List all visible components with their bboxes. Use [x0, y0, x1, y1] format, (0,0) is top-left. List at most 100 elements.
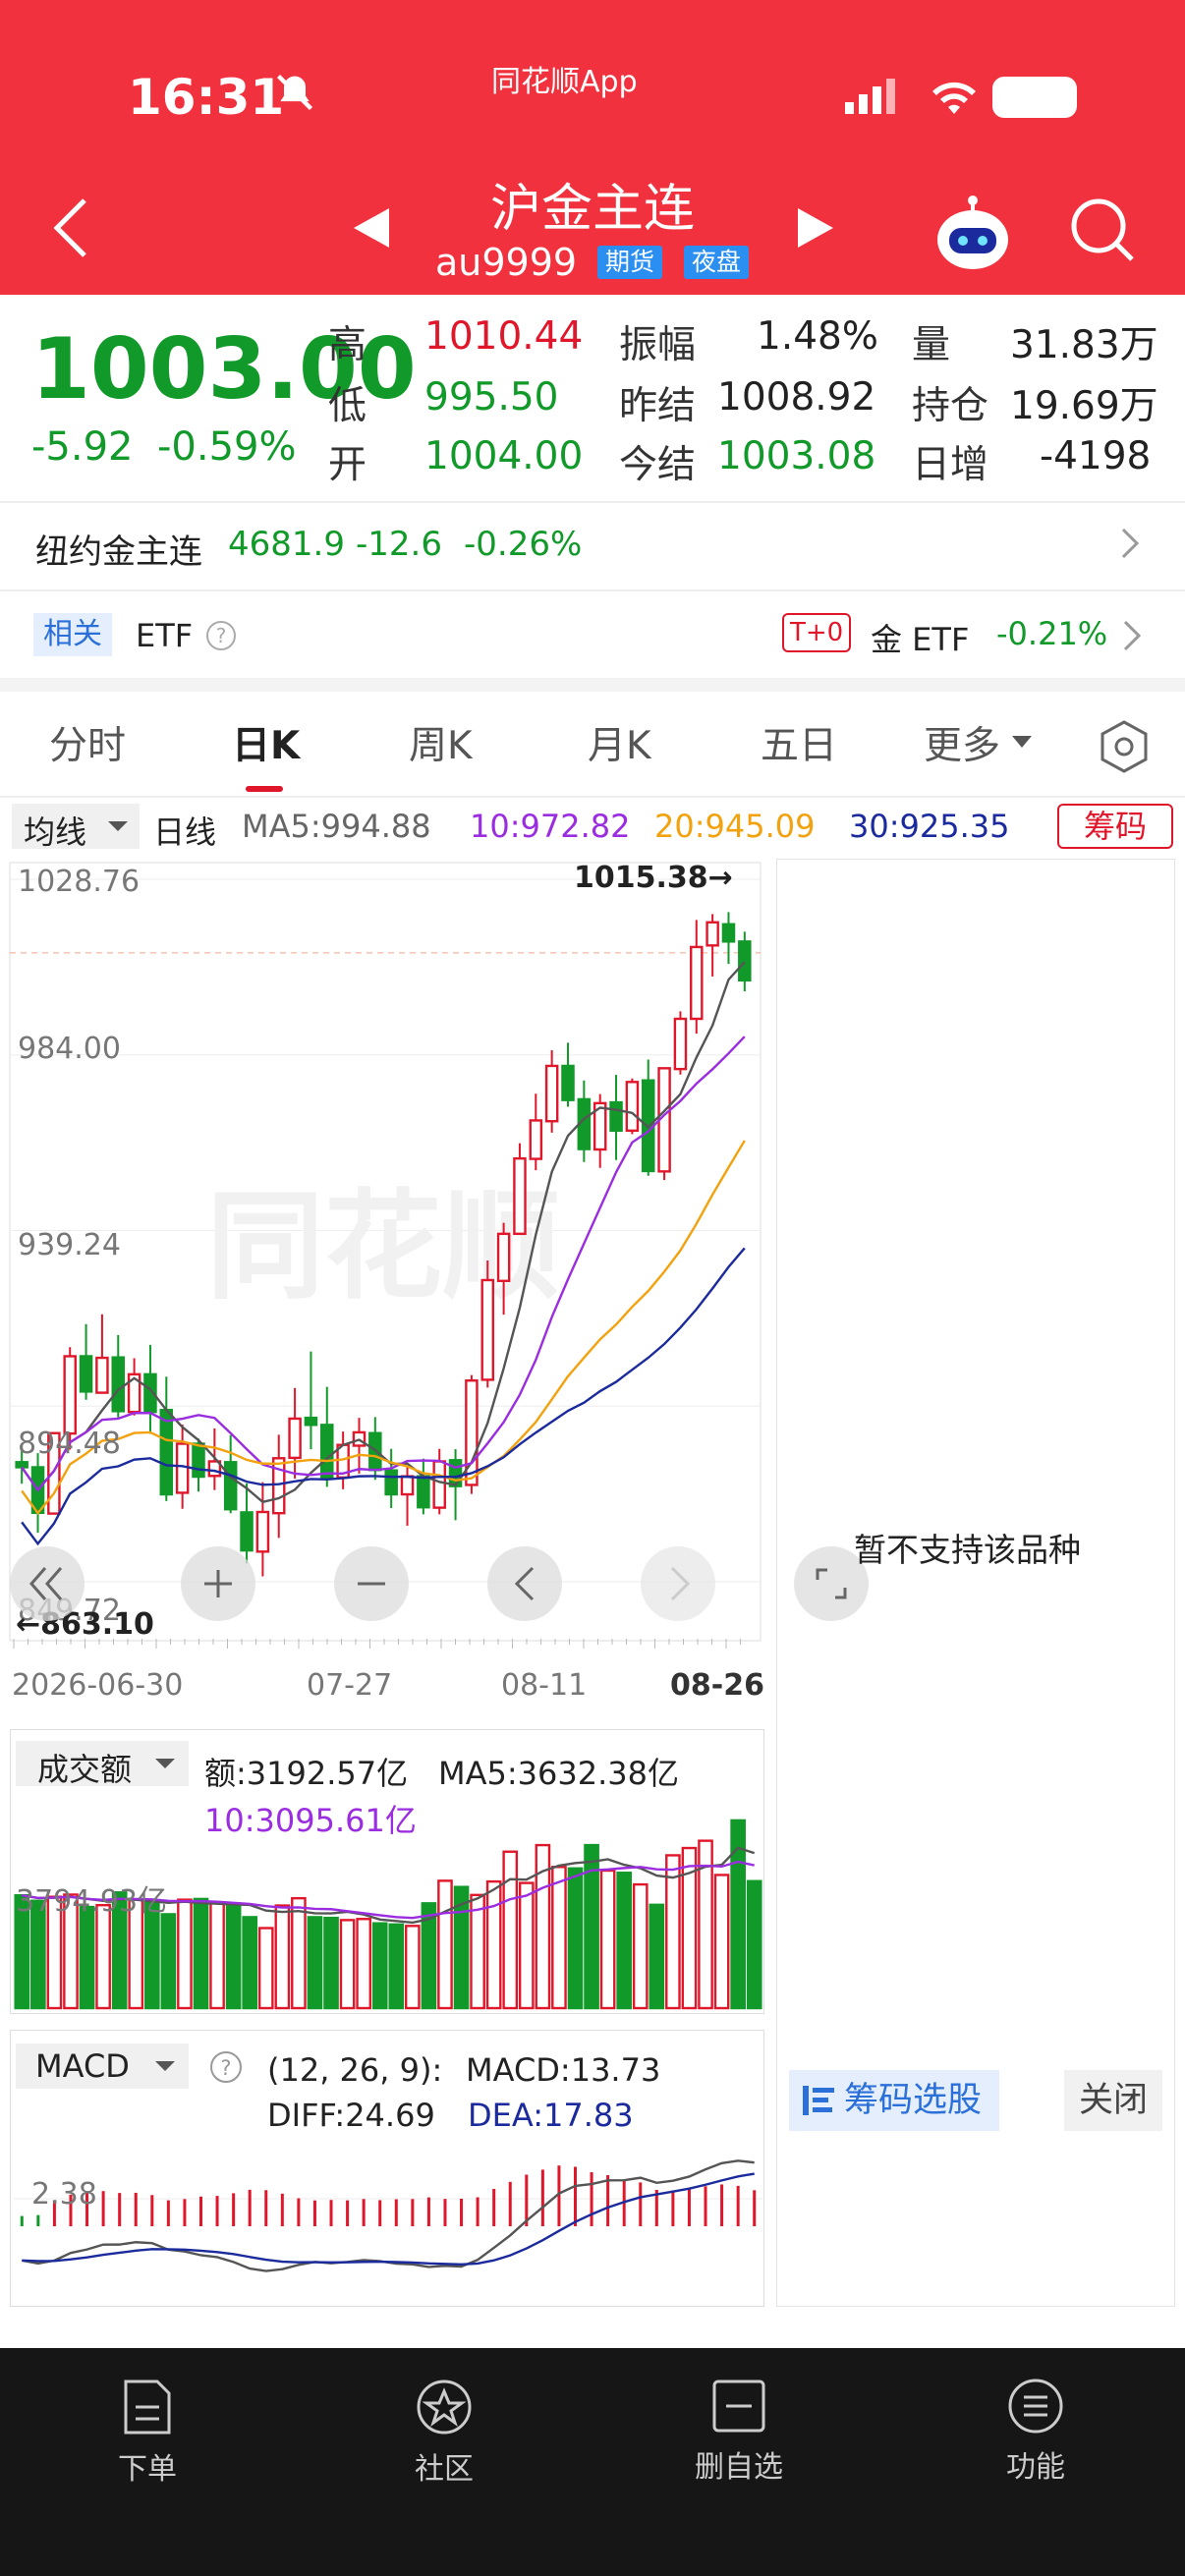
candle — [271, 1434, 286, 1539]
candle — [625, 1078, 640, 1135]
change-value: -5.92 — [31, 424, 134, 470]
nav-order[interactable]: 下单 — [69, 2378, 226, 2488]
candle — [304, 1351, 318, 1450]
contract-code: au9999 — [435, 241, 578, 284]
candle — [721, 912, 736, 965]
chip-button[interactable]: 筹码 — [1057, 804, 1173, 849]
svg-text:?: ? — [216, 624, 227, 647]
today-settle-value: 1003.08 — [717, 434, 876, 478]
nav-community[interactable]: 社区 — [366, 2378, 523, 2488]
tab-more[interactable]: 更多 — [924, 715, 1000, 770]
volume-bar — [95, 1903, 111, 2010]
open-value: 1004.00 — [424, 434, 584, 478]
candle — [111, 1334, 126, 1418]
candle — [288, 1387, 302, 1480]
candle — [529, 1093, 543, 1171]
candle — [79, 1323, 93, 1400]
nav-order-label: 下单 — [118, 2452, 177, 2487]
related-etf-label[interactable]: ETF — [136, 617, 193, 654]
rewind-control[interactable] — [10, 1546, 85, 1621]
t0-badge: T+0 — [782, 613, 852, 652]
tab-five-day[interactable]: 五日 — [761, 715, 837, 770]
candle — [609, 1075, 623, 1160]
candle — [95, 1314, 109, 1394]
chevron-left-icon — [514, 1566, 535, 1601]
tab-daily-k[interactable]: 日K — [232, 715, 300, 770]
volume-bar — [177, 1898, 193, 2010]
bell-mute-icon — [273, 71, 316, 118]
volume-bar — [616, 1872, 633, 2010]
section-gap — [0, 678, 1185, 692]
signal-icon — [845, 79, 900, 118]
date-label-1: 2026-06-30 — [12, 1668, 184, 1703]
amplitude-value: 1.48% — [757, 314, 878, 359]
community-star-icon — [417, 2380, 472, 2435]
settings-hex-icon[interactable] — [1097, 719, 1152, 778]
volume-bar — [307, 1916, 323, 2010]
scroll-left-control[interactable] — [487, 1546, 562, 1621]
battery-indicator: 80 — [992, 77, 1077, 118]
volume-bar — [257, 1927, 274, 2010]
ny-gold-change: -12.6 — [356, 525, 442, 564]
volume-bar — [356, 1918, 371, 2010]
candle — [673, 1011, 688, 1075]
minus-icon — [358, 1582, 385, 1586]
price-axis-top: 1028.76 — [18, 865, 141, 899]
robot-assistant-icon[interactable] — [933, 195, 1012, 277]
gold-etf-label[interactable]: 金 ETF — [871, 615, 969, 660]
chip-select-button[interactable]: 筹码选股 — [789, 2070, 999, 2131]
menu-circle-icon — [1008, 2379, 1063, 2434]
candle — [352, 1418, 367, 1474]
help-icon[interactable]: ? — [204, 619, 238, 656]
related-row: 相关 ETF ? T+0 金 ETF -0.21% — [0, 591, 1185, 678]
volume-bar — [79, 1905, 95, 2010]
zoom-out-control[interactable] — [334, 1546, 409, 1621]
nav-remove-watchlist[interactable]: 删自选 — [660, 2378, 818, 2486]
today-settle-label: 今结 — [619, 443, 697, 487]
high-label: 高 — [328, 323, 367, 367]
scroll-right-control[interactable] — [641, 1546, 715, 1621]
volume-bar — [437, 1879, 453, 2010]
volume-bar — [518, 1881, 535, 2010]
candle — [417, 1458, 430, 1515]
volume-chart — [14, 1819, 762, 2010]
volume-bar — [632, 1882, 649, 2010]
candle — [320, 1386, 334, 1487]
dea-line — [22, 2172, 755, 2267]
volume-bar — [323, 1916, 339, 2010]
tab-intraday[interactable]: 分时 — [49, 715, 126, 770]
ma-selector-label: 均线 — [24, 813, 87, 851]
diff-line — [22, 2159, 755, 2272]
header: 16:31 同花顺App 80 沪金主连 au9999 期货 夜盘 — [0, 0, 1185, 295]
volume-bar — [371, 1922, 388, 2010]
candle — [400, 1466, 415, 1526]
volume-bar — [502, 1850, 519, 2010]
nav-functions[interactable]: 功能 — [957, 2378, 1114, 2486]
ma-selector[interactable]: 均线 — [12, 804, 140, 851]
candle — [30, 1453, 45, 1534]
volume-bar — [193, 1897, 209, 2010]
price-axis-4: 894.48 — [18, 1427, 121, 1461]
open-interest-label: 持仓 — [912, 384, 989, 428]
price-axis-3: 939.24 — [18, 1228, 121, 1262]
search-icon[interactable] — [1069, 196, 1136, 267]
close-panel-button[interactable]: 关闭 — [1064, 2070, 1162, 2131]
status-time: 16:31 — [128, 69, 285, 126]
change-percent: -0.59% — [157, 424, 297, 470]
candle — [705, 914, 719, 977]
chevron-right-icon — [670, 1566, 691, 1601]
volume-value: 31.83万 — [1010, 323, 1158, 367]
candle — [690, 920, 704, 1035]
tab-weekly-k[interactable]: 周K — [409, 715, 473, 770]
ny-gold-price: 4681.9 — [228, 525, 345, 564]
candle — [561, 1042, 575, 1107]
unsupported-message: 暂不支持该品种 — [854, 1531, 1081, 1569]
volume-bar — [339, 1919, 356, 2010]
tab-monthly-k[interactable]: 月K — [588, 715, 651, 770]
related-badge: 相关 — [33, 613, 112, 656]
nav-remove-watchlist-label: 删自选 — [695, 2450, 783, 2485]
ny-gold-row[interactable]: 纽约金主连 4681.9 -12.6 -0.26% — [0, 503, 1185, 589]
candle — [255, 1482, 270, 1577]
zoom-in-control[interactable] — [181, 1546, 255, 1621]
gold-etf-percent: -0.21% — [996, 615, 1108, 652]
